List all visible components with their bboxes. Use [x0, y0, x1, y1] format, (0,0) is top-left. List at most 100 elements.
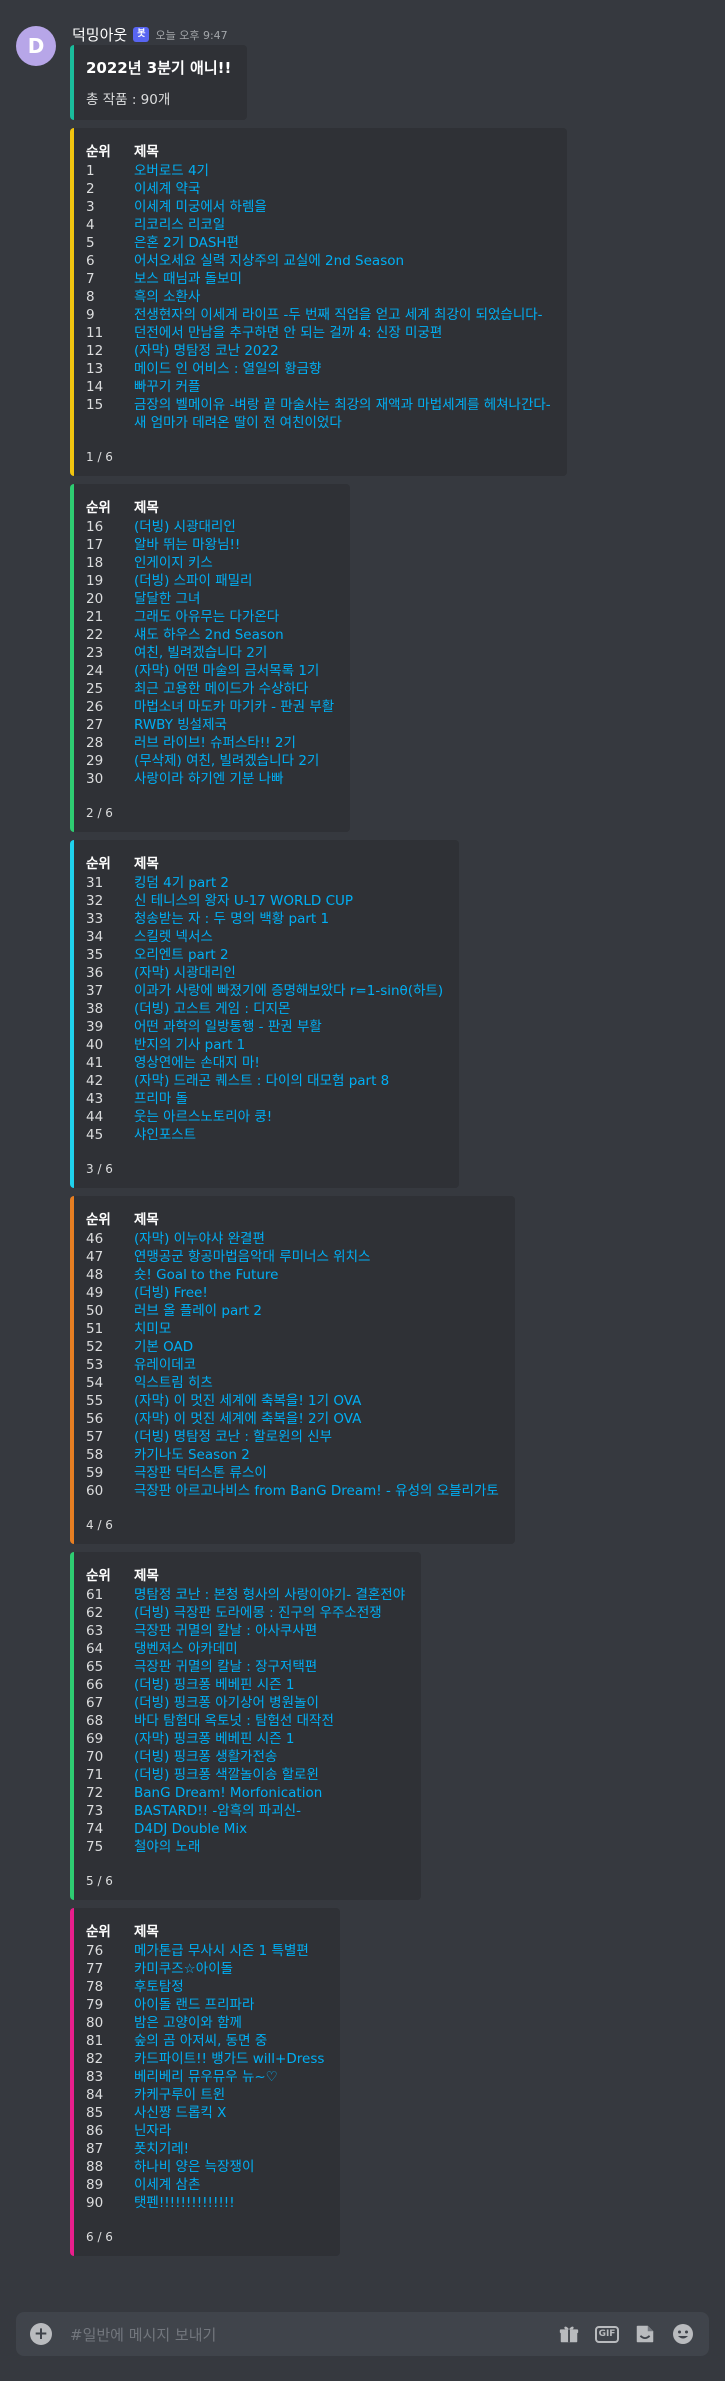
item-title-link[interactable]: 섀도 하우스 2nd Season [134, 626, 284, 644]
item-title-link[interactable]: 기본 OAD [134, 1338, 193, 1356]
item-title-link[interactable]: (더빙) 시광대리인 [134, 518, 236, 536]
item-title-link[interactable]: 숲의 곰 아저씨, 동면 중 [134, 2032, 267, 2050]
item-title-link[interactable]: (더빙) 명탐정 코난 : 할로윈의 신부 [134, 1428, 332, 1446]
item-title-link[interactable]: (더빙) 스파이 패밀리 [134, 572, 252, 590]
item-title-link[interactable]: 흑의 소환사 [134, 288, 200, 306]
item-title-link[interactable]: 샤인포스트 [134, 1126, 196, 1144]
item-title-link[interactable]: 금장의 벨메이유 -벼랑 끝 마술사는 최강의 재액과 마법세계를 헤쳐나간다- [134, 396, 551, 414]
sticker-icon[interactable] [633, 2322, 657, 2346]
item-title-link[interactable]: 닌자라 [134, 2122, 171, 2140]
item-title-link[interactable]: (더빙) 극장판 도라에몽 : 진구의 우주소전쟁 [134, 1604, 382, 1622]
item-title-link[interactable]: 극장판 귀멸의 칼날 : 장구저택편 [134, 1658, 317, 1676]
avatar[interactable]: D [16, 26, 56, 66]
item-title-link[interactable]: (자막) 이 멋진 세계에 축복을! 2기 OVA [134, 1410, 361, 1428]
item-title-link[interactable]: 밤은 고양이와 함께 [134, 2014, 242, 2032]
list-item: 19 (더빙) 스파이 패밀리 [86, 572, 334, 590]
item-title-link[interactable]: 극장판 아르고나비스 from BanG Dream! - 유성의 오블리가토 [134, 1482, 499, 1500]
item-title-link[interactable]: 메가톤급 무사시 시즌 1 특별편 [134, 1942, 309, 1960]
item-title-link[interactable]: 던전에서 만남을 추구하면 안 되는 걸까 4: 신장 미궁편 [134, 324, 442, 342]
item-title-link[interactable]: (자막) 핑크퐁 베베핀 시즌 1 [134, 1730, 295, 1748]
item-title-link[interactable]: 숏! Goal to the Future [134, 1266, 278, 1284]
item-title-link[interactable]: 달달한 그녀 [134, 590, 200, 608]
item-title-link[interactable]: 반지의 기사 part 1 [134, 1036, 245, 1054]
item-title-link[interactable]: (더빙) 핑크퐁 아기상어 병원놀이 [134, 1694, 319, 1712]
item-title-link[interactable]: 이세계 약국 [134, 180, 200, 198]
item-title-link[interactable]: BASTARD!! -암흑의 파괴신- [134, 1802, 301, 1820]
item-title-link[interactable]: 새 엄마가 데려온 딸이 전 여친이었다 [134, 414, 342, 432]
item-title-link[interactable]: D4DJ Double Mix [134, 1820, 247, 1838]
item-title-link[interactable]: 치미모 [134, 1320, 171, 1338]
item-title-link[interactable]: (자막) 드래곤 퀘스트 : 다이의 대모험 part 8 [134, 1072, 389, 1090]
item-title-link[interactable]: 오버로드 4기 [134, 162, 209, 180]
item-title-link[interactable]: 후토탐정 [134, 1978, 184, 1996]
item-title-link[interactable]: 연맹공군 항공마법음악대 루미너스 위치스 [134, 1248, 370, 1266]
item-title-link[interactable]: (더빙) 고스트 게임 : 디지몬 [134, 1000, 290, 1018]
attach-plus-button[interactable]: + [30, 2323, 52, 2345]
item-title-link[interactable]: 바다 탐험대 옥토넛 : 탐험선 대작전 [134, 1712, 334, 1730]
item-title-link[interactable]: 베리베리 뮤우뮤우 뉴~♡ [134, 2068, 278, 2086]
item-title-link[interactable]: 어서오세요 실력 지상주의 교실에 2nd Season [134, 252, 404, 270]
item-title-link[interactable]: 유레이데코 [134, 1356, 196, 1374]
item-title-link[interactable]: 명탐정 코난 : 본청 형사의 사랑이야기- 결혼전야 [134, 1586, 405, 1604]
item-title-link[interactable]: (자막) 이누야샤 완결편 [134, 1230, 265, 1248]
item-title-link[interactable]: 스킬렛 넥서스 [134, 928, 213, 946]
item-title-link[interactable]: 신 테니스의 왕자 U-17 WORLD CUP [134, 892, 353, 910]
item-title-link[interactable]: 극장판 귀멸의 칼날 : 아사쿠사편 [134, 1622, 317, 1640]
item-title-link[interactable]: 오리엔트 part 2 [134, 946, 229, 964]
item-title-link[interactable]: 어떤 과학의 일방통행 - 판권 부활 [134, 1018, 322, 1036]
item-title-link[interactable]: 카미쿠즈☆아이돌 [134, 1960, 233, 1978]
item-title-link[interactable]: 메이드 인 어비스 : 열일의 황금향 [134, 360, 321, 378]
item-title-link[interactable]: 폿치기레! [134, 2140, 189, 2158]
item-title-link[interactable]: 카기나도 Season 2 [134, 1446, 250, 1464]
item-title-link[interactable]: (자막) 명탐정 코난 2022 [134, 342, 279, 360]
item-title-link[interactable]: 마법소녀 마도카 마기카 - 판권 부활 [134, 698, 334, 716]
gift-icon[interactable] [557, 2322, 581, 2346]
item-title-link[interactable]: 전생현자의 이세계 라이프 -두 번째 직업을 얻고 세계 최강이 되었습니다- [134, 306, 543, 324]
item-title-link[interactable]: (더빙) 핑크퐁 색깔놀이송 할로윈 [134, 1766, 319, 1784]
item-title-link[interactable]: (더빙) 핑크퐁 베베핀 시즌 1 [134, 1676, 295, 1694]
item-title-link[interactable]: BanG Dream! Morfonication [134, 1784, 322, 1802]
item-rank: 76 [86, 1943, 104, 1959]
item-title-link[interactable]: 인게이지 키스 [134, 554, 213, 572]
item-title-link[interactable]: 러브 라이브! 슈퍼스타!! 2기 [134, 734, 296, 752]
item-title-link[interactable]: 리코리스 리코일 [134, 216, 225, 234]
item-title-link[interactable]: 영상연에는 손대지 마! [134, 1054, 260, 1072]
gif-icon[interactable]: GIF [594, 2322, 620, 2346]
item-title-link[interactable]: 웃는 아르스노토리아 쿵! [134, 1108, 272, 1126]
item-title-link[interactable]: (자막) 이 멋진 세계에 축복을! 1기 OVA [134, 1392, 361, 1410]
item-title-link[interactable]: 사랑이라 하기엔 기분 나빠 [134, 770, 284, 788]
item-title-link[interactable]: 이세계 삼촌 [134, 2176, 200, 2194]
item-title-link[interactable]: 카드파이트!! 뱅가드 will+Dress [134, 2050, 324, 2068]
item-title-link[interactable]: (자막) 어떤 마술의 금서목록 1기 [134, 662, 319, 680]
item-title-link[interactable]: 댕벤져스 아카데미 [134, 1640, 238, 1658]
item-title-link[interactable]: 익스트림 히츠 [134, 1374, 213, 1392]
item-title-link[interactable]: (더빙) 핑크퐁 생활가전송 [134, 1748, 277, 1766]
item-title-link[interactable]: 아이돌 랜드 프리파라 [134, 1996, 254, 2014]
item-title-link[interactable]: 카케구루이 트윈 [134, 2086, 225, 2104]
item-title-link[interactable]: 최근 고용한 메이드가 수상하다 [134, 680, 308, 698]
item-title-link[interactable]: 여친, 빌려겠습니다 2기 [134, 644, 267, 662]
item-title-link[interactable]: 이세계 미궁에서 하렘을 [134, 198, 267, 216]
item-title-link[interactable]: 킹덤 4기 part 2 [134, 874, 229, 892]
item-title-link[interactable]: 그래도 아유무는 다가온다 [134, 608, 279, 626]
item-title-link[interactable]: 보스 때님과 돌보미 [134, 270, 242, 288]
item-title-link[interactable]: 청송받는 자 : 두 명의 백황 part 1 [134, 910, 329, 928]
item-title-link[interactable]: 빠꾸기 커플 [134, 378, 200, 396]
item-title-link[interactable]: 철야의 노래 [134, 1838, 200, 1856]
item-title-link[interactable]: 하나비 양은 늑장쟁이 [134, 2158, 254, 2176]
item-title-link[interactable]: 프리마 돌 [134, 1090, 188, 1108]
item-title-link[interactable]: 알바 뛰는 마왕님!! [134, 536, 240, 554]
item-title-link[interactable]: 극장판 닥터스톤 류스이 [134, 1464, 267, 1482]
item-title-link[interactable]: RWBY 빙설제국 [134, 716, 227, 734]
item-title-link[interactable]: (자막) 시광대리인 [134, 964, 236, 982]
emoji-icon[interactable] [671, 2322, 695, 2346]
item-title-link[interactable]: (더빙) Free! [134, 1284, 208, 1302]
item-title-link[interactable]: (무삭제) 여친, 빌려겠습니다 2기 [134, 752, 319, 770]
item-title-link[interactable]: 은혼 2기 DASH편 [134, 234, 239, 252]
message-input[interactable]: #일반에 메시지 보내기 [70, 2324, 557, 2345]
username[interactable]: 덕밍아웃 [72, 24, 127, 45]
item-title-link[interactable]: 탯펜!!!!!!!!!!!!!! [134, 2194, 235, 2212]
item-title-link[interactable]: 이과가 사랑에 빠졌기에 증명해보았다 r=1-sinθ(하트) [134, 982, 443, 1000]
item-title-link[interactable]: 러브 올 플레이 part 2 [134, 1302, 262, 1320]
item-title-link[interactable]: 사신짱 드롭킥 X [134, 2104, 226, 2122]
